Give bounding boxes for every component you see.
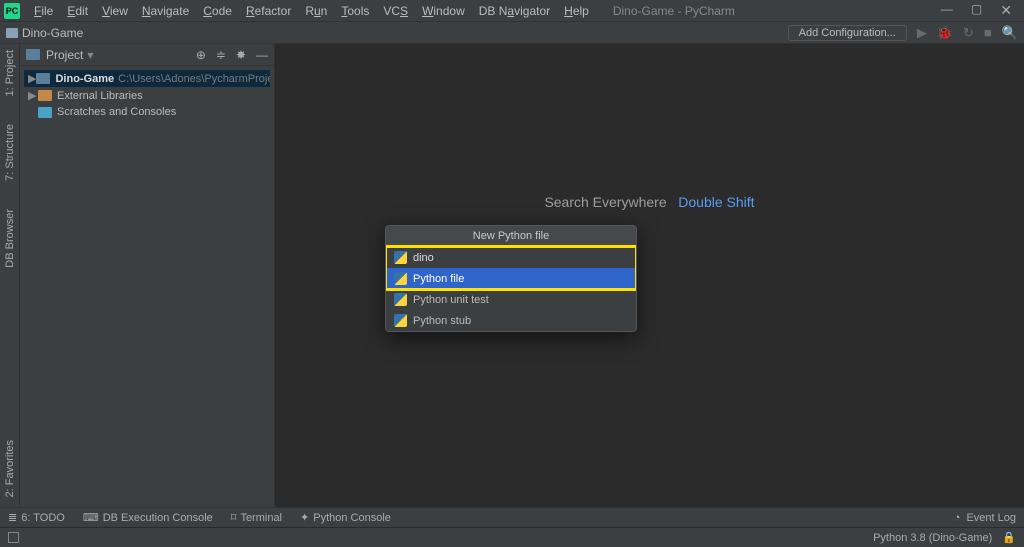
popup-item-label: Python file bbox=[413, 273, 464, 285]
chevron-right-icon[interactable]: ▶ bbox=[28, 72, 36, 85]
bottom-tab-label: Python Console bbox=[313, 512, 391, 524]
maximize-button[interactable]: ▢ bbox=[971, 2, 982, 19]
menu-help[interactable]: Help bbox=[558, 2, 595, 20]
titlebar: PC File Edit View Navigate Code Refactor… bbox=[0, 0, 1024, 22]
python-file-icon bbox=[394, 251, 407, 264]
status-bar: Python 3.8 (Dino-Game) 🔒 bbox=[0, 527, 1024, 547]
menu-file[interactable]: File bbox=[28, 2, 59, 20]
popup-item-label: Python unit test bbox=[413, 294, 489, 306]
tree-scratch-label: Scratches and Consoles bbox=[57, 106, 176, 118]
expand-all-icon[interactable]: ≑ bbox=[216, 48, 226, 62]
side-tab-favorites[interactable]: 2: Favorites bbox=[4, 440, 16, 497]
project-header: Project ▾ ⊕ ≑ ✸ — bbox=[20, 44, 274, 66]
menu-vcs[interactable]: VCS bbox=[377, 2, 414, 20]
python-file-icon bbox=[394, 314, 407, 327]
hint-prefix: Search Everywhere bbox=[544, 194, 666, 210]
popup-title: New Python file bbox=[386, 226, 636, 247]
bottom-tab-todo[interactable]: ≣ 6: TODO bbox=[8, 511, 65, 524]
scratch-icon bbox=[38, 107, 52, 118]
settings-icon[interactable]: ✸ bbox=[236, 48, 246, 62]
popup-filename-row bbox=[386, 247, 636, 268]
chevron-down-icon[interactable]: ▾ bbox=[87, 48, 93, 62]
menu-dbnavigator[interactable]: DB Navigator bbox=[473, 2, 556, 20]
bottom-tab-label: 6: TODO bbox=[21, 512, 65, 524]
window-controls: — ▢ ✕ bbox=[941, 2, 1020, 19]
add-configuration-button[interactable]: Add Configuration... bbox=[788, 25, 907, 41]
project-view-label[interactable]: Project bbox=[46, 48, 83, 62]
interpreter-indicator[interactable]: Python 3.8 (Dino-Game) bbox=[873, 532, 992, 544]
folder-icon bbox=[36, 73, 50, 84]
popup-item-python-stub[interactable]: Python stub bbox=[386, 310, 636, 331]
pycharm-logo-icon: PC bbox=[4, 3, 20, 19]
status-lock-icon[interactable]: 🔒 bbox=[1002, 531, 1016, 544]
tree-scratches[interactable]: Scratches and Consoles bbox=[24, 104, 270, 120]
stop-icon[interactable]: ■ bbox=[984, 25, 992, 40]
status-widget-icon[interactable] bbox=[8, 532, 19, 543]
popup-item-python-unit-test[interactable]: Python unit test bbox=[386, 289, 636, 310]
tree-external-libraries[interactable]: ▶ External Libraries bbox=[24, 87, 270, 104]
bottom-tab-label: DB Execution Console bbox=[103, 512, 213, 524]
hide-icon[interactable]: — bbox=[256, 48, 268, 62]
bottom-tab-label: Terminal bbox=[240, 512, 282, 524]
run-icon[interactable]: ▶ bbox=[917, 25, 927, 41]
side-tab-dbbrowser[interactable]: DB Browser bbox=[4, 209, 16, 268]
python-file-icon bbox=[394, 272, 407, 285]
chevron-right-icon[interactable]: ▶ bbox=[28, 89, 38, 102]
search-icon[interactable]: 🔍 bbox=[1002, 25, 1018, 41]
project-tool-window: Project ▾ ⊕ ≑ ✸ — ▶ Dino-Game C:\Users\A… bbox=[20, 44, 275, 507]
bottom-tab-db-exec[interactable]: ⌨ DB Execution Console bbox=[83, 511, 213, 524]
breadcrumb-project[interactable]: Dino-Game bbox=[22, 26, 83, 40]
menu-window[interactable]: Window bbox=[416, 2, 471, 20]
menu-code[interactable]: Code bbox=[197, 2, 238, 20]
navigation-bar: Dino-Game Add Configuration... ▶ 🐞 ↻ ■ 🔍 bbox=[0, 22, 1024, 44]
left-tool-strip: 1: Project 7: Structure DB Browser 2: Fa… bbox=[0, 44, 20, 507]
hint-shortcut: Double Shift bbox=[678, 194, 754, 210]
side-tab-structure[interactable]: 7: Structure bbox=[4, 124, 16, 181]
project-view-icon bbox=[26, 49, 40, 60]
menu-edit[interactable]: Edit bbox=[61, 2, 94, 20]
tree-root-path: C:\Users\Adones\PycharmProjects\Dino-G bbox=[118, 73, 270, 85]
window-title: Dino-Game - PyCharm bbox=[613, 4, 735, 18]
project-tree: ▶ Dino-Game C:\Users\Adones\PycharmProje… bbox=[20, 66, 274, 124]
tree-root-name: Dino-Game bbox=[55, 73, 114, 85]
python-file-icon bbox=[394, 293, 407, 306]
folder-icon bbox=[6, 28, 18, 38]
popup-item-label: Python stub bbox=[413, 315, 471, 327]
close-button[interactable]: ✕ bbox=[1000, 2, 1012, 19]
tree-ext-lib-label: External Libraries bbox=[57, 90, 143, 102]
bottom-tab-python-console[interactable]: ✦ Python Console bbox=[300, 511, 391, 524]
new-python-file-popup: New Python file Python file Python unit … bbox=[385, 225, 637, 332]
event-log-button[interactable]: ◔ Event Log bbox=[954, 512, 1016, 524]
search-everywhere-hint: Search Everywhere Double Shift bbox=[275, 194, 1024, 210]
locate-icon[interactable]: ⊕ bbox=[196, 48, 206, 62]
popup-filename-input[interactable] bbox=[413, 252, 628, 264]
main-menu: File Edit View Navigate Code Refactor Ru… bbox=[28, 2, 595, 20]
minimize-button[interactable]: — bbox=[941, 2, 953, 19]
popup-item-python-file[interactable]: Python file bbox=[386, 268, 636, 289]
menu-view[interactable]: View bbox=[96, 2, 134, 20]
run-with-coverage-icon[interactable]: ↻ bbox=[963, 25, 974, 41]
menu-tools[interactable]: Tools bbox=[335, 2, 375, 20]
menu-refactor[interactable]: Refactor bbox=[240, 2, 297, 20]
bottom-tab-terminal[interactable]: ⌑ Terminal bbox=[231, 511, 282, 524]
tree-root[interactable]: ▶ Dino-Game C:\Users\Adones\PycharmProje… bbox=[24, 70, 270, 87]
debug-icon[interactable]: 🐞 bbox=[937, 25, 953, 41]
bottom-tool-tabs: ≣ 6: TODO ⌨ DB Execution Console ⌑ Termi… bbox=[0, 507, 1024, 527]
menu-navigate[interactable]: Navigate bbox=[136, 2, 195, 20]
event-log-label: Event Log bbox=[966, 512, 1016, 524]
side-tab-project[interactable]: 1: Project bbox=[4, 50, 16, 96]
menu-run[interactable]: Run bbox=[299, 2, 333, 20]
library-icon bbox=[38, 90, 52, 101]
